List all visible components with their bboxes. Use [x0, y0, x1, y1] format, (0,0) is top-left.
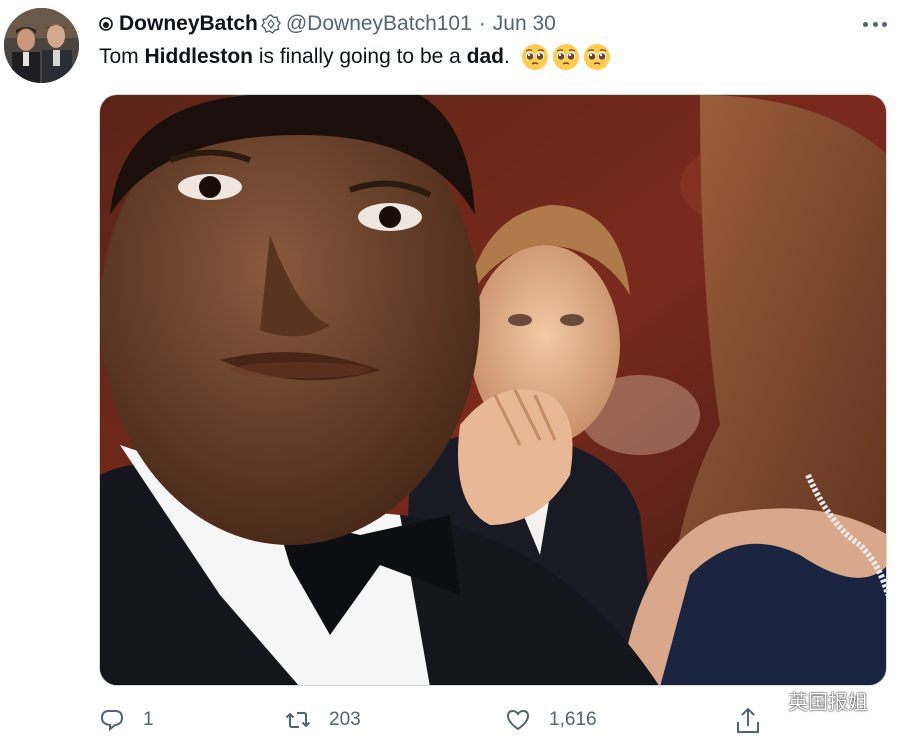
retweet-icon — [285, 712, 311, 728]
tweet-header: DowneyBatch @DowneyBatch101 · Jun 30 — [99, 10, 556, 38]
more-dot-icon — [863, 21, 868, 27]
reply-icon — [100, 710, 124, 732]
like-button[interactable]: 1,616 — [505, 702, 597, 738]
tweet-photo[interactable] — [99, 94, 887, 686]
watermark-text: 英国报姐 — [788, 692, 868, 714]
tweet-text-part: is finally going to be a — [253, 45, 467, 68]
action-bar: 1 203 1,616 — [99, 702, 799, 738]
tweet-text-bold-name: Hiddleston — [144, 45, 254, 68]
more-options-button[interactable] — [863, 14, 887, 34]
tweet-text-part: . — [504, 45, 510, 68]
like-count: 1,616 — [549, 709, 597, 730]
watermark: 英国报姐 — [752, 686, 868, 715]
photo-image — [100, 95, 886, 685]
tweet-text: Tom Hiddleston is finally going to be a … — [99, 42, 611, 72]
avatar-mini-icon — [99, 17, 113, 31]
reply-count: 1 — [143, 709, 154, 730]
handle[interactable]: @DowneyBatch101 — [286, 12, 472, 36]
tweet-date[interactable]: Jun 30 — [493, 12, 556, 36]
avatar-image — [4, 8, 79, 83]
pleading-face-icon — [552, 44, 579, 70]
wechat-icon — [752, 688, 782, 712]
tweet[interactable]: DowneyBatch @DowneyBatch101 · Jun 30 Tom… — [0, 0, 904, 741]
pleading-face-icon — [583, 44, 610, 70]
display-name[interactable]: DowneyBatch — [119, 12, 258, 36]
tweet-text-bold-word: dad — [466, 45, 504, 68]
heart-icon — [506, 709, 530, 731]
retweet-count: 203 — [329, 709, 361, 730]
separator-dot: · — [478, 12, 486, 35]
verified-badge-icon — [260, 14, 281, 34]
avatar[interactable] — [4, 8, 79, 83]
pleading-face-icon — [521, 44, 548, 70]
retweet-button[interactable]: 203 — [285, 702, 361, 738]
tweet-text-part: Tom — [99, 45, 145, 68]
more-dot-icon — [882, 21, 887, 27]
reply-button[interactable]: 1 — [99, 702, 154, 738]
more-dot-icon — [872, 21, 878, 27]
